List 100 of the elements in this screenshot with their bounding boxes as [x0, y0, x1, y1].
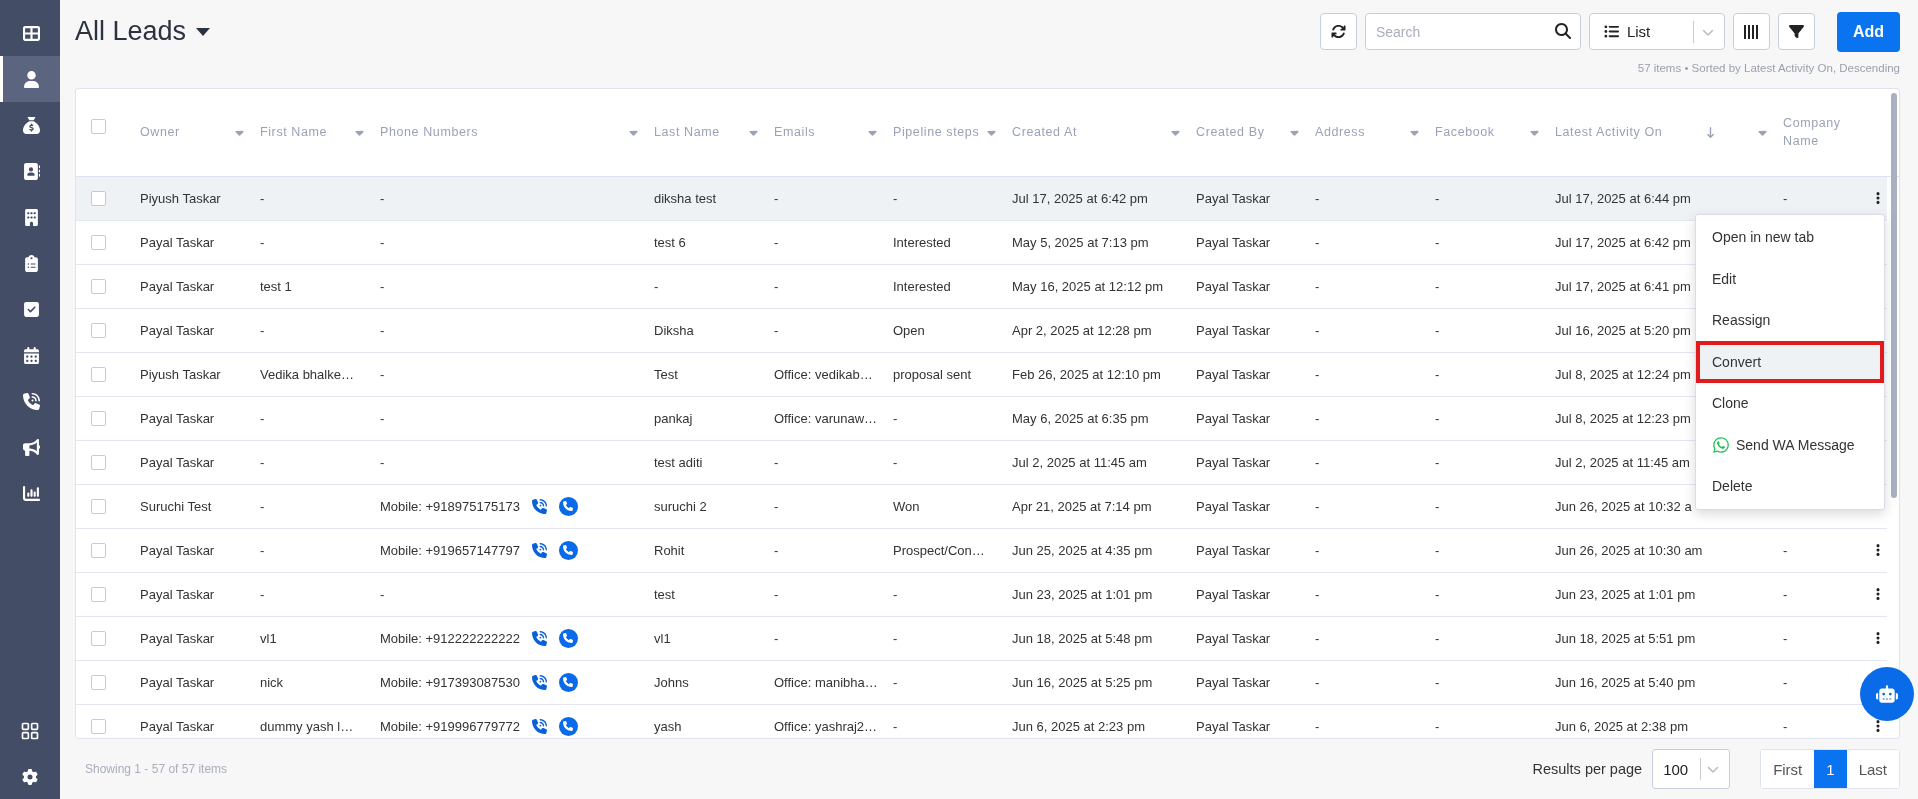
table-cell: - [774, 278, 779, 294]
table-row[interactable]: Piyush Taskar - - diksha test - - Jul 17, 2025 at 6:42 pm Payal Taskar - - Jul 17, 2025 at 6:44 pm - [76, 176, 1887, 221]
table-cell: - [1435, 234, 1440, 250]
phone-call-icon[interactable] [531, 674, 547, 690]
table-cell: - [1315, 366, 1320, 382]
list-icon [1603, 24, 1619, 40]
table-cell: diksha test [654, 190, 717, 206]
table-cell: Payal Taskar [140, 630, 215, 646]
phone-circle-icon[interactable] [558, 628, 578, 648]
row-checkbox[interactable] [91, 278, 106, 294]
table-cell: pankaj [654, 410, 693, 426]
table-cell: - [1435, 366, 1440, 382]
row-checkbox[interactable] [91, 586, 106, 602]
table-cell: - [380, 322, 385, 338]
table-cell: - [1435, 498, 1440, 514]
pagination-button[interactable]: Last [1846, 750, 1899, 789]
table-cell: test aditi [654, 454, 703, 470]
row-checkbox[interactable] [91, 410, 106, 426]
table-cell: Payal Taskar [140, 718, 215, 734]
row-checkbox[interactable] [91, 234, 106, 250]
phone-call-icon[interactable] [531, 542, 547, 558]
per-page-select[interactable]: 100 [1652, 749, 1731, 790]
table-cell: Piyush Taskar [140, 366, 221, 382]
table-cell: - [1435, 674, 1440, 690]
table-cell: - [260, 190, 265, 206]
pagination-button[interactable]: 1 [1814, 750, 1847, 789]
bar-chart-icon [23, 484, 40, 502]
table-cell: Mobile: +912222222222 [380, 630, 520, 646]
phone-call-icon[interactable] [531, 630, 547, 646]
filter-button[interactable] [1777, 13, 1815, 51]
table-cell: - [1435, 278, 1440, 294]
phone-circle-icon[interactable] [558, 672, 578, 692]
table-cell: May 6, 2025 at 6:35 pm [1012, 410, 1149, 426]
table-cell: - [1315, 498, 1320, 514]
page-title[interactable]: All Leads [75, 16, 211, 48]
refresh-button[interactable] [1319, 13, 1357, 51]
menu-item[interactable]: Convert [1696, 341, 1884, 383]
showing-count: Showing 1 - 57 of 57 items [85, 762, 228, 777]
column-header[interactable]: Phone Numbers [380, 123, 627, 142]
row-checkbox[interactable] [91, 454, 106, 470]
row-checkbox[interactable] [91, 498, 106, 514]
results-per-page-label: Results per page [1532, 761, 1643, 778]
table-cell: - [774, 586, 779, 602]
menu-item[interactable]: Clone [1696, 382, 1884, 425]
phone-circle-icon[interactable] [558, 540, 578, 560]
menu-item[interactable]: Reassign [1696, 299, 1884, 342]
table-cell: - [380, 454, 385, 470]
phone-circle-icon[interactable] [558, 496, 578, 516]
table-cell: Jul 8, 2025 at 12:24 pm [1555, 366, 1691, 382]
vertical-scrollbar[interactable] [1891, 92, 1897, 498]
pagination-button[interactable]: First [1761, 750, 1815, 789]
column-header[interactable]: Last Name [654, 123, 747, 142]
search-field[interactable]: Search [1364, 13, 1581, 51]
column-header[interactable]: Pipeline steps [893, 123, 985, 142]
table-cell: - [260, 586, 265, 602]
sidebar-item[interactable] [0, 56, 60, 102]
menu-item[interactable]: Send WA Message [1696, 424, 1884, 466]
robot-icon [1876, 683, 1898, 705]
column-header[interactable]: Emails [774, 123, 866, 142]
table-cell: Mobile: +919657147797 [380, 542, 520, 558]
table-cell: - [1315, 278, 1320, 294]
select-all-checkbox[interactable] [91, 118, 106, 134]
column-header[interactable]: Owner [140, 123, 233, 142]
columns-button[interactable] [1732, 13, 1770, 51]
table-cell: Mobile: +917393087530 [380, 674, 520, 690]
table-cell: - [1435, 454, 1440, 470]
table-cell: - [1783, 586, 1788, 602]
column-header[interactable]: Company Name [1783, 114, 1849, 151]
phone-call-icon[interactable] [531, 718, 547, 734]
table-cell: Jul 2, 2025 at 11:45 am [1555, 454, 1690, 470]
row-checkbox[interactable] [91, 322, 106, 338]
phone-circle-icon[interactable] [558, 716, 578, 736]
table-cell: - [1315, 630, 1320, 646]
column-header[interactable]: Created By [1196, 123, 1288, 142]
column-header[interactable]: Created At [1012, 123, 1169, 142]
row-checkbox[interactable] [91, 366, 106, 382]
table-cell: - [1435, 322, 1440, 338]
phone-call-icon[interactable] [531, 498, 547, 514]
menu-item[interactable]: Edit [1696, 258, 1884, 300]
menu-item[interactable]: Delete [1696, 465, 1884, 508]
row-checkbox[interactable] [91, 190, 106, 206]
table-cell: - [774, 190, 779, 206]
column-header[interactable]: Facebook [1435, 123, 1528, 142]
search-icon [1554, 23, 1571, 40]
add-button[interactable]: Add [1836, 11, 1900, 52]
checkbox-icon [23, 300, 40, 318]
column-header[interactable]: First Name [260, 123, 353, 142]
column-header[interactable]: Latest Activity On [1555, 123, 1705, 142]
clipboard-icon [23, 254, 40, 272]
row-checkbox[interactable] [91, 674, 106, 690]
row-checkbox[interactable] [91, 542, 106, 558]
apps-grid-icon [20, 720, 40, 741]
row-checkbox[interactable] [91, 718, 106, 734]
view-select[interactable]: List [1588, 13, 1725, 51]
row-checkbox[interactable] [91, 630, 106, 646]
column-header[interactable]: Address [1315, 123, 1408, 142]
table-cell: Payal Taskar [1196, 674, 1271, 690]
table-cell: Jun 18, 2025 at 5:51 pm [1555, 630, 1696, 646]
table-cell: - [1315, 190, 1320, 206]
megaphone-icon [23, 438, 40, 456]
